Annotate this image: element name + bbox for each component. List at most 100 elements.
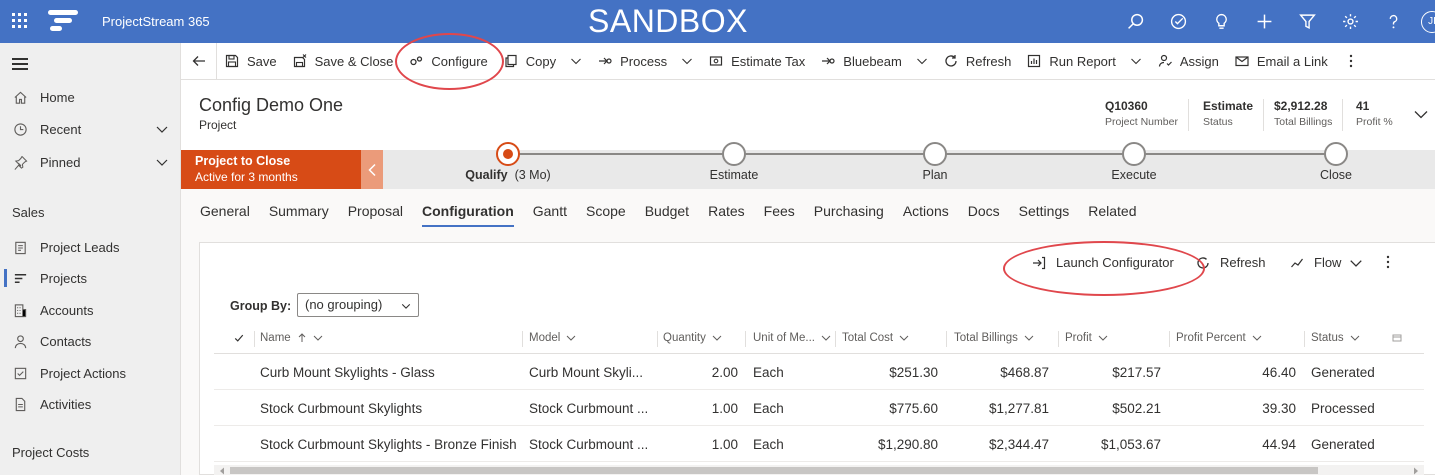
launch-configurator-button[interactable]: Launch Configurator — [1032, 255, 1174, 270]
tab-fees[interactable]: Fees — [764, 189, 795, 232]
app-title[interactable]: ProjectStream 365 — [102, 14, 210, 29]
process-button[interactable]: Process — [590, 43, 701, 80]
header-field-value: Q10360 — [1105, 99, 1148, 113]
top-bar: ProjectStream 365 SANDBOX JI — [0, 0, 1435, 43]
cell-name[interactable]: Curb Mount Skylights - Glass — [260, 354, 522, 390]
back-button[interactable] — [181, 42, 217, 80]
table-row[interactable]: Curb Mount Skylights - Glass Curb Mount … — [214, 354, 1424, 390]
header-field-profit-percent: 41 Profit % — [1346, 99, 1403, 131]
scroll-left-icon[interactable] — [218, 467, 226, 475]
column-header-total-billings[interactable]: Total Billings — [954, 323, 1059, 353]
hamburger-menu-icon[interactable] — [12, 58, 28, 70]
column-header-name[interactable]: Name — [260, 323, 523, 353]
chevron-down-icon[interactable] — [681, 55, 693, 67]
refresh-icon — [1197, 256, 1209, 269]
group-by-select[interactable]: (no grouping) — [297, 293, 419, 317]
tab-settings[interactable]: Settings — [1019, 189, 1070, 232]
run-report-button[interactable]: Run Report — [1019, 43, 1149, 80]
sidebar-item-home[interactable]: Home — [0, 82, 181, 112]
stage-plan[interactable]: Plan — [860, 142, 1010, 182]
table-row[interactable]: Stock Curbmount Skylights - Bronze Finis… — [214, 426, 1424, 462]
chevron-down-icon[interactable] — [916, 55, 928, 67]
chevron-down-icon[interactable] — [1130, 55, 1142, 67]
stage-estimate[interactable]: Estimate — [659, 142, 809, 182]
stage-close[interactable]: Close — [1261, 142, 1411, 182]
cell-status: Processed — [1311, 400, 1375, 416]
stage-indicator — [1122, 142, 1146, 166]
save-button[interactable]: Save — [217, 43, 285, 80]
gear-icon[interactable] — [1329, 0, 1372, 43]
tab-related[interactable]: Related — [1088, 189, 1136, 232]
column-header-total-cost[interactable]: Total Cost — [842, 323, 947, 353]
plus-icon[interactable] — [1243, 0, 1286, 43]
search-icon[interactable] — [1114, 0, 1157, 43]
tab-scope[interactable]: Scope — [586, 189, 626, 232]
app-launcher-icon[interactable] — [12, 13, 28, 29]
column-options-icon[interactable] — [1392, 323, 1412, 353]
copy-button[interactable]: Copy — [496, 43, 590, 80]
sidebar-item-recent[interactable]: Recent — [0, 114, 181, 144]
table-row[interactable]: Stock Curbmount Skylights Stock Curbmoun… — [214, 390, 1424, 426]
refresh-button[interactable]: Refresh — [936, 43, 1020, 80]
column-header-unit[interactable]: Unit of Me... — [753, 323, 836, 353]
tab-summary[interactable]: Summary — [269, 189, 329, 232]
cell-profit-percent: 39.30 — [1262, 400, 1296, 416]
tab-purchasing[interactable]: Purchasing — [814, 189, 884, 232]
column-header-profit-percent[interactable]: Profit Percent — [1176, 323, 1305, 353]
chevron-down-icon[interactable] — [155, 155, 169, 169]
scroll-right-icon[interactable] — [1412, 467, 1420, 475]
tab-general[interactable]: General — [200, 189, 250, 232]
scrollbar-thumb[interactable] — [230, 467, 1318, 474]
cell-total-billings: $468.87 — [1000, 364, 1049, 380]
horizontal-scrollbar[interactable] — [214, 465, 1424, 475]
flow-button[interactable]: Flow — [1290, 255, 1363, 270]
configure-button[interactable]: Configure — [401, 43, 495, 80]
task-check-icon[interactable] — [1157, 0, 1200, 43]
save-label: Save — [247, 53, 277, 69]
header-field-label: Total Billings — [1274, 116, 1333, 128]
sidebar-item-project-actions[interactable]: Project Actions — [0, 358, 181, 388]
email-link-button[interactable]: Email a Link — [1227, 43, 1336, 80]
tab-proposal[interactable]: Proposal — [348, 189, 403, 232]
grid-more-icon[interactable] — [1386, 255, 1390, 269]
bluebeam-button[interactable]: Bluebeam — [813, 43, 936, 80]
user-avatar[interactable]: JI — [1421, 10, 1435, 33]
chevron-down-icon[interactable] — [1413, 106, 1429, 122]
more-commands-icon[interactable] — [1336, 43, 1366, 80]
sidebar-item-projects[interactable]: Projects — [0, 263, 181, 293]
sidebar-item-pinned[interactable]: Pinned — [0, 147, 181, 177]
chevron-down-icon[interactable] — [155, 122, 169, 136]
lightbulb-icon[interactable] — [1200, 0, 1243, 43]
sidebar-item-contacts[interactable]: Contacts — [0, 326, 181, 356]
sidebar-item-activities[interactable]: Activities — [0, 389, 181, 419]
column-header-quantity[interactable]: Quantity — [663, 323, 746, 353]
stage-execute[interactable]: Execute — [1059, 142, 1209, 182]
assign-button[interactable]: Assign — [1150, 43, 1227, 80]
cell-name[interactable]: Stock Curbmount Skylights - Bronze Finis… — [260, 426, 522, 462]
estimate-tax-button[interactable]: Estimate Tax — [701, 43, 813, 80]
tab-gantt[interactable]: Gantt — [533, 189, 567, 232]
cell-model: Curb Mount Skyli... — [529, 364, 644, 380]
help-icon[interactable] — [1372, 0, 1415, 43]
tab-budget[interactable]: Budget — [645, 189, 689, 232]
filter-icon[interactable] — [1286, 0, 1329, 43]
tab-rates[interactable]: Rates — [708, 189, 745, 232]
tab-actions[interactable]: Actions — [903, 189, 949, 232]
column-header-profit[interactable]: Profit — [1065, 323, 1170, 353]
stage-current-indicator — [496, 142, 520, 166]
stage-qualify[interactable]: Qualify (3 Mo) — [433, 142, 583, 182]
tab-docs[interactable]: Docs — [968, 189, 1000, 232]
cell-model: Stock Curbmount ... — [529, 436, 649, 452]
tab-configuration[interactable]: Configuration — [421, 189, 514, 232]
cell-name[interactable]: Stock Curbmount Skylights — [260, 390, 522, 426]
select-all-checkbox[interactable] — [214, 323, 255, 353]
sidebar-item-accounts[interactable]: Accounts — [0, 295, 181, 325]
grid-refresh-button[interactable]: Refresh — [1196, 255, 1266, 270]
column-header-status[interactable]: Status — [1311, 323, 1391, 353]
chevron-down-icon[interactable] — [570, 55, 582, 67]
cell-unit: Each — [753, 400, 784, 416]
save-close-button[interactable]: Save & Close — [285, 43, 402, 80]
sidebar-item-project-leads[interactable]: Project Leads — [0, 232, 181, 262]
column-header-model[interactable]: Model — [529, 323, 658, 353]
email-link-label: Email a Link — [1256, 53, 1328, 69]
